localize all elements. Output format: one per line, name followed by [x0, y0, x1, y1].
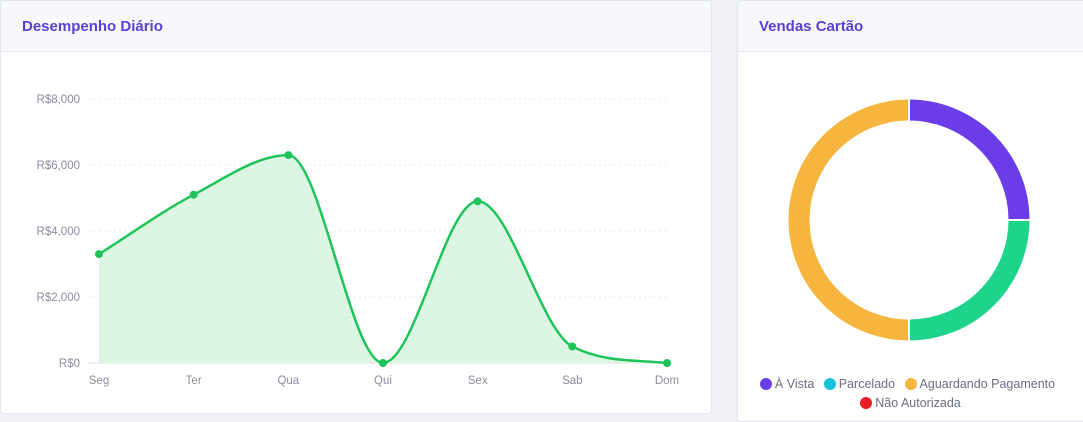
daily-performance-header: Desempenho Diário — [1, 1, 711, 52]
y-tick-label: R$8,000 — [37, 94, 80, 106]
legend-marker — [860, 397, 873, 409]
legend-label: Parcelado — [838, 377, 896, 391]
data-point[interactable] — [379, 359, 387, 367]
legend-marker — [904, 378, 917, 390]
donut-segment[interactable] — [788, 99, 910, 341]
x-tick-label: Dom — [655, 375, 679, 387]
x-tick-label: Ter — [186, 375, 202, 387]
legend-label: Aguardando Pagamento — [919, 377, 1056, 391]
card-sales-legend: À Vista Parcelado Aguardando Pagamento N… — [738, 375, 1083, 413]
x-tick-label: Seg — [89, 375, 109, 387]
legend-item[interactable]: À Vista — [759, 375, 815, 394]
card-sales-card: Vendas Cartão À Vista Parcelado Aguardan… — [737, 0, 1083, 422]
daily-performance-title: Desempenho Diário — [22, 17, 163, 35]
daily-performance-chart: R$0 R$2,000 R$4,000 R$6,000 R$8,000 Seg Ter Qua… — [37, 94, 680, 387]
y-tick-label: R$4,000 — [37, 226, 80, 238]
y-tick-label: R$2,000 — [37, 292, 80, 304]
data-point[interactable] — [284, 151, 293, 160]
legend-item[interactable]: Parcelado — [823, 375, 896, 394]
legend-label: Não Autorizada — [875, 396, 961, 410]
data-point[interactable] — [473, 197, 482, 206]
legend-item[interactable]: Aguardando Pagamento — [904, 375, 1056, 394]
y-tick-label: R$6,000 — [37, 160, 80, 172]
data-point[interactable] — [663, 359, 671, 367]
data-point[interactable] — [95, 250, 103, 259]
card-sales-header: Vendas Cartão — [738, 1, 1083, 52]
data-point[interactable] — [568, 342, 577, 351]
card-sales-title: Vendas Cartão — [759, 17, 864, 35]
area-fill — [99, 155, 667, 363]
legend-marker — [759, 378, 772, 390]
legend-marker — [823, 378, 836, 390]
legend-label: À Vista — [774, 377, 815, 391]
x-tick-label: Sab — [562, 375, 582, 387]
donut-segment[interactable] — [908, 99, 1030, 221]
legend-item[interactable]: Não Autorizada — [860, 394, 961, 413]
y-tick-label: R$0 — [59, 358, 80, 370]
x-tick-label: Sex — [468, 375, 488, 387]
daily-performance-card: Desempenho Diário R$0 R$2,000 R$4,000 R$6,0… — [0, 0, 712, 414]
data-point[interactable] — [189, 190, 198, 199]
x-tick-label: Qui — [374, 375, 392, 387]
card-sales-donut-chart — [788, 98, 1031, 342]
donut-segment[interactable] — [908, 219, 1030, 341]
x-tick-label: Qua — [277, 375, 299, 387]
